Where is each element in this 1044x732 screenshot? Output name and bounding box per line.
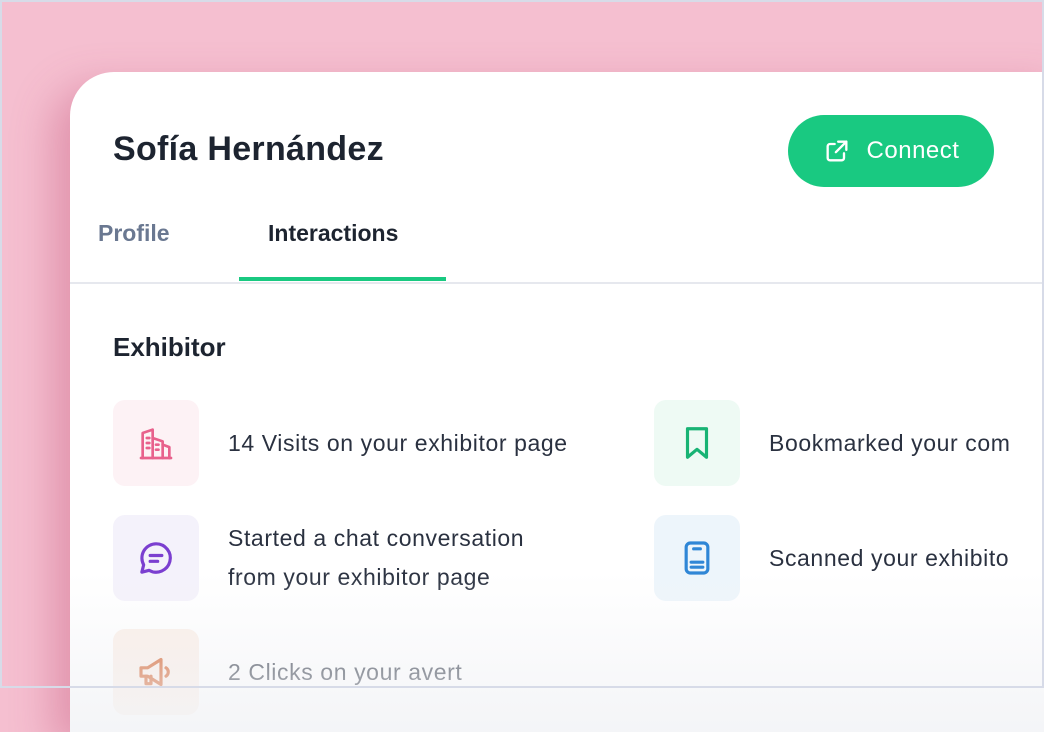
profile-panel: Sofía Hernández Connect Profile Interact… <box>70 72 1044 732</box>
tab-bar: Profile Interactions <box>70 212 1044 284</box>
interaction-text-line-2: from your exhibitor page <box>228 564 491 590</box>
active-tab-indicator <box>239 277 446 281</box>
interaction-text: Scanned your exhibito <box>769 544 1010 571</box>
bookmark-icon <box>654 400 740 486</box>
interaction-item-chat: Started a chat conversation from your ex… <box>113 515 524 601</box>
interaction-item-scanned: Scanned your exhibito <box>654 515 1009 601</box>
badge-scan-icon <box>654 515 740 601</box>
interaction-item-visits: 14 Visits on your exhibitor page <box>113 400 568 486</box>
connect-button-label: Connect <box>866 137 960 164</box>
tab-profile[interactable]: Profile <box>98 220 170 247</box>
interaction-text: 2 Clicks on your avert <box>228 658 463 685</box>
contact-name: Sofía Hernández <box>113 130 384 168</box>
connect-button[interactable]: Connect <box>788 115 994 187</box>
interaction-item-bookmarked: Bookmarked your com <box>654 400 1011 486</box>
external-link-icon <box>823 137 851 165</box>
building-icon <box>113 400 199 486</box>
interaction-text: Started a chat conversation from your ex… <box>228 519 524 597</box>
tab-interactions[interactable]: Interactions <box>268 220 398 247</box>
interaction-text: Bookmarked your com <box>769 429 1011 456</box>
interaction-text: 14 Visits on your exhibitor page <box>228 429 568 456</box>
interaction-text-line-1: Started a chat conversation <box>228 525 525 551</box>
chat-bubble-icon <box>113 515 199 601</box>
megaphone-icon <box>113 629 199 715</box>
interaction-item-clicks: 2 Clicks on your avert <box>113 629 462 715</box>
section-title: Exhibitor <box>113 332 226 362</box>
